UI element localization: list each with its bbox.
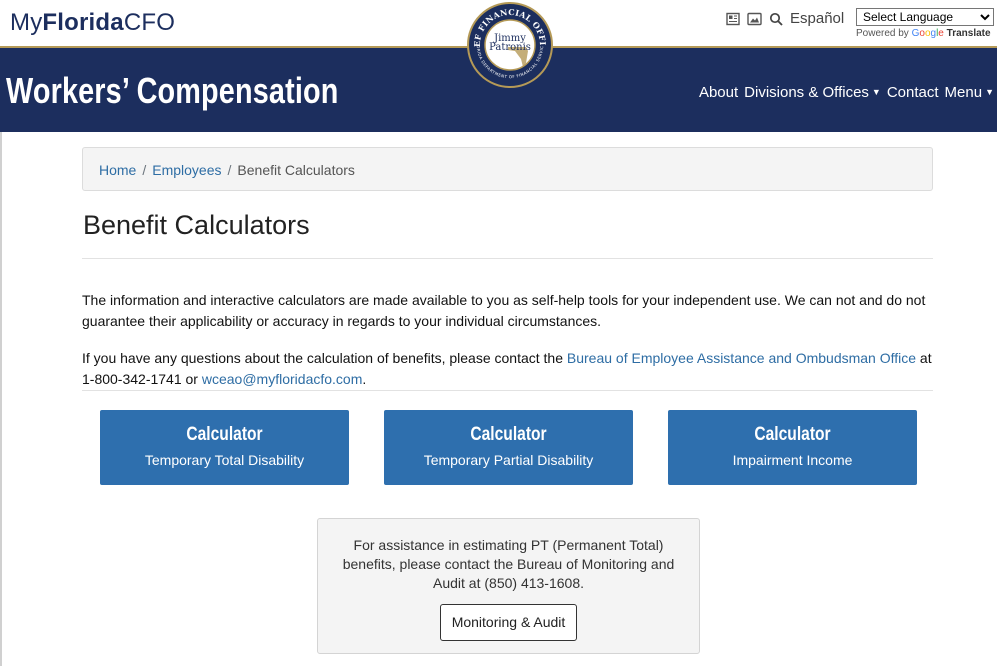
impairment-income-calculator-button[interactable]: Calculator Impairment Income — [668, 410, 917, 485]
nav-menu[interactable]: Menu ▼ — [945, 84, 994, 101]
breadcrumb: Home / Employees / Benefit Calculators — [82, 147, 933, 191]
caret-down-icon: ▼ — [871, 87, 881, 97]
nav-about[interactable]: About — [699, 84, 738, 101]
image-gallery-icon[interactable] — [747, 12, 762, 26]
utility-tools: Español — [726, 10, 844, 27]
nav-contact[interactable]: Contact — [887, 84, 939, 101]
powered-by-google: Powered by Google Translate — [856, 28, 991, 39]
search-icon[interactable] — [769, 12, 783, 26]
breadcrumb-home[interactable]: Home — [99, 162, 136, 178]
ttd-calculator-button[interactable]: Calculator Temporary Total Disability — [100, 410, 349, 485]
espanol-link[interactable]: Español — [790, 10, 844, 27]
breadcrumb-employees[interactable]: Employees — [152, 162, 221, 178]
svg-text:Patronis: Patronis — [489, 42, 531, 53]
myfloridacfo-logo[interactable]: MyFloridaCFO — [10, 9, 175, 37]
newspaper-icon[interactable] — [726, 12, 740, 26]
breadcrumb-current: Benefit Calculators — [237, 162, 355, 178]
nav-divisions-offices[interactable]: Divisions & Offices ▼ — [744, 84, 881, 101]
language-select[interactable]: Select Language — [856, 8, 994, 26]
ombudsman-office-link[interactable]: Bureau of Employee Assistance and Ombuds… — [567, 350, 916, 366]
contact-paragraph: If you have any questions about the calc… — [82, 350, 932, 387]
caret-down-icon: ▼ — [985, 87, 994, 97]
tpd-calculator-button[interactable]: Calculator Temporary Partial Disability — [384, 410, 633, 485]
page-title: Benefit Calculators — [83, 210, 310, 240]
cfo-seal-logo[interactable]: CHIEF FINANCIAL OFFICER FLORIDA DEPARTME… — [466, 1, 554, 89]
section-title[interactable]: Workers’ Compensation — [6, 70, 339, 112]
intro-paragraph: The information and interactive calculat… — [82, 292, 926, 329]
monitoring-audit-button[interactable]: Monitoring & Audit — [440, 604, 577, 641]
divider — [82, 390, 933, 391]
nav-menu: About Divisions & Offices ▼ Contact Menu ▼ — [699, 84, 994, 101]
google-translate: Select Language Powered by Google Transl… — [856, 8, 994, 39]
assistance-text: For assistance in estimating PT (Permane… — [342, 537, 675, 591]
email-link[interactable]: wceao@myfloridacfo.com — [202, 371, 363, 387]
divider — [82, 258, 933, 259]
